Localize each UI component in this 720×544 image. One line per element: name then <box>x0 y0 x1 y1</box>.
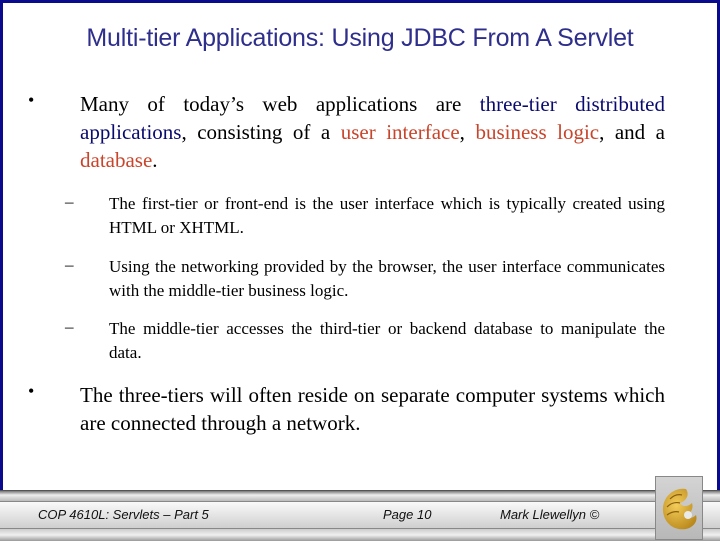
sub-bullet-text: The first-tier or front-end is the user … <box>109 194 665 237</box>
sub-bullet-text: Using the networking provided by the bro… <box>109 257 665 300</box>
dash-marker: – <box>65 255 74 274</box>
bullet-2-text: The three-tiers will often reside on sep… <box>80 383 665 435</box>
sub-bullet-text: The middle-tier accesses the third-tier … <box>109 319 665 362</box>
highlight-database: database <box>80 148 153 172</box>
footer-author: Mark Llewellyn © <box>500 507 600 522</box>
footer-bar: COP 4610L: Servlets – Part 5 Page 10 Mar… <box>0 490 720 541</box>
pegasus-logo-icon <box>662 488 697 530</box>
text-segment: , and a <box>599 120 666 144</box>
slide-title: Multi-tier Applications: Using JDBC From… <box>86 24 634 52</box>
text-segment: , <box>459 120 476 144</box>
footer-page-number: Page 10 <box>383 507 432 522</box>
dash-marker: – <box>65 317 74 336</box>
footer-band-top <box>0 490 720 501</box>
bullet-marker: • <box>28 381 35 401</box>
text-segment: Many of today’s web applications are <box>80 92 480 116</box>
dash-marker: – <box>65 192 74 211</box>
bullet-marker: • <box>28 90 35 110</box>
footer-band-bottom <box>0 528 720 541</box>
footer-course: COP 4610L: Servlets – Part 5 <box>38 507 209 522</box>
highlight-user-interface: user interface <box>340 120 460 144</box>
text-segment: . <box>152 148 158 172</box>
bullet-1-text: Many of today’s web applications are thr… <box>80 90 665 174</box>
highlight-business-logic: business logic <box>475 120 600 144</box>
logo-box <box>655 476 703 540</box>
text-segment: , consisting of a <box>181 120 341 144</box>
